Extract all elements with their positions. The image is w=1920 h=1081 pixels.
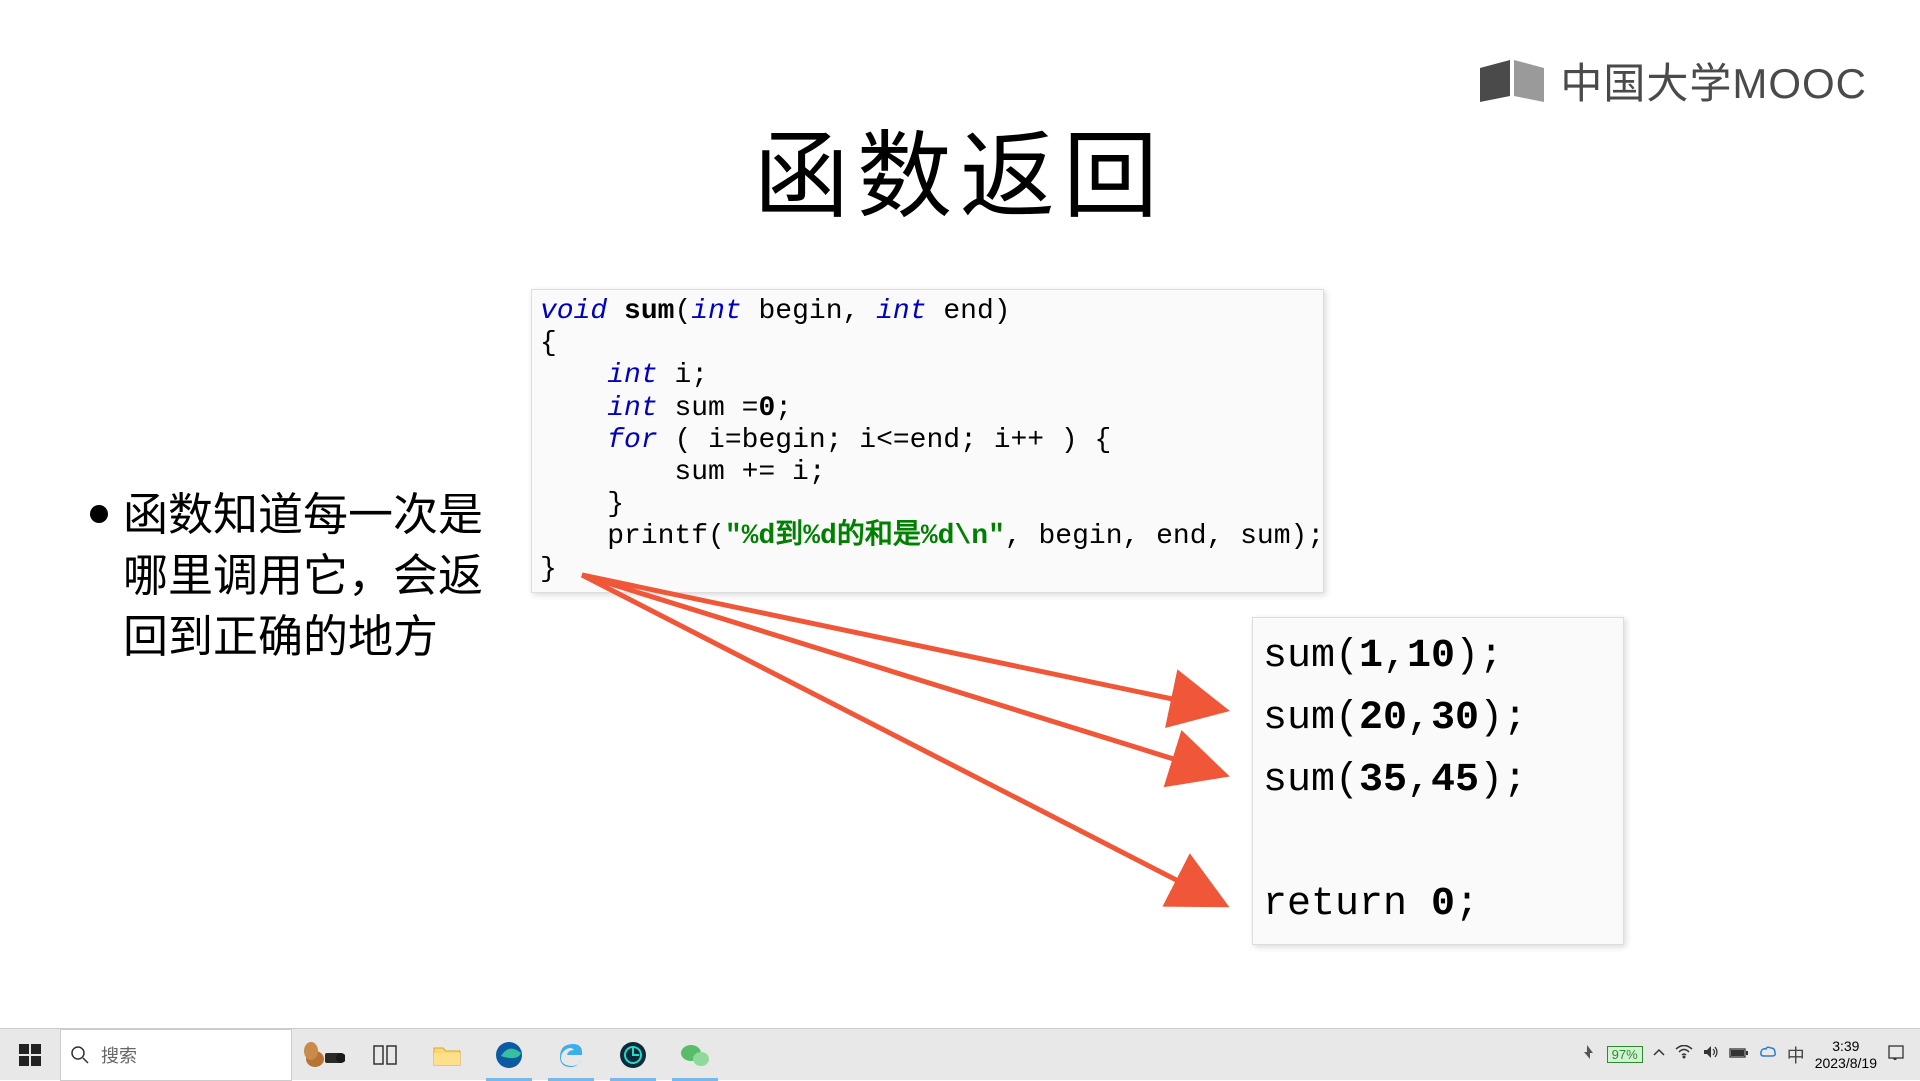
taskbar-task-view[interactable] bbox=[354, 1029, 416, 1081]
mooc-logo: 中国大学MOOC bbox=[1478, 50, 1867, 111]
taskbar-edge[interactable] bbox=[478, 1029, 540, 1081]
notifications-icon[interactable] bbox=[1887, 1044, 1905, 1065]
ime-indicator[interactable]: 中 bbox=[1787, 1042, 1805, 1068]
squirrel-icon bbox=[301, 1039, 345, 1071]
taskbar-app-squirrel[interactable] bbox=[292, 1029, 354, 1081]
taskbar-search[interactable]: 搜索 bbox=[60, 1029, 292, 1081]
chevron-up-icon[interactable] bbox=[1653, 1046, 1665, 1064]
windows-taskbar[interactable]: 搜索 bbox=[0, 1028, 1920, 1080]
taskbar-app-round[interactable] bbox=[602, 1029, 664, 1081]
code-block-function: void sum(int begin, int end) { int i; in… bbox=[531, 289, 1324, 593]
wechat-icon bbox=[680, 1042, 710, 1068]
power-icon[interactable] bbox=[1581, 1044, 1597, 1065]
bullet-point: 函数知道每一次是哪里调用它，会返回到正确的地方 bbox=[90, 485, 483, 667]
task-view-icon bbox=[373, 1045, 397, 1065]
battery-icon[interactable] bbox=[1729, 1046, 1749, 1064]
taskbar-time: 3:39 bbox=[1815, 1038, 1877, 1054]
search-placeholder: 搜索 bbox=[101, 1042, 137, 1068]
volume-icon[interactable] bbox=[1703, 1045, 1719, 1064]
start-button[interactable] bbox=[0, 1029, 60, 1081]
presentation-slide: 中国大学MOOC 函数返回 函数知道每一次是哪里调用它，会返回到正确的地方 vo… bbox=[0, 0, 1920, 1042]
cloud-icon[interactable] bbox=[1759, 1045, 1777, 1064]
mooc-book-icon bbox=[1478, 58, 1548, 103]
edge-legacy-icon bbox=[557, 1041, 585, 1069]
wifi-icon[interactable] bbox=[1675, 1045, 1693, 1064]
windows-icon bbox=[19, 1044, 41, 1066]
slide-title: 函数返回 bbox=[754, 100, 1166, 237]
folder-icon bbox=[433, 1044, 461, 1066]
battery-indicator[interactable]: 97% bbox=[1607, 1046, 1643, 1063]
taskbar-wechat[interactable] bbox=[664, 1029, 726, 1081]
circle-app-icon bbox=[619, 1041, 647, 1069]
system-tray: 97% 中 3:39 2023/8/19 bbox=[1581, 1029, 1920, 1081]
taskbar-edge-legacy[interactable] bbox=[540, 1029, 602, 1081]
code-block-calls: sum(1,10); sum(20,30); sum(35,45); retur… bbox=[1252, 617, 1624, 945]
taskbar-file-explorer[interactable] bbox=[416, 1029, 478, 1081]
mooc-brand-text: 中国大学MOOC bbox=[1560, 50, 1867, 111]
bullet-text: 函数知道每一次是哪里调用它，会返回到正确的地方 bbox=[123, 485, 483, 667]
taskbar-clock[interactable]: 3:39 2023/8/19 bbox=[1815, 1038, 1877, 1070]
edge-icon bbox=[495, 1041, 523, 1069]
taskbar-date: 2023/8/19 bbox=[1815, 1055, 1877, 1071]
search-icon bbox=[71, 1046, 89, 1064]
bullet-dot-icon bbox=[90, 505, 108, 523]
